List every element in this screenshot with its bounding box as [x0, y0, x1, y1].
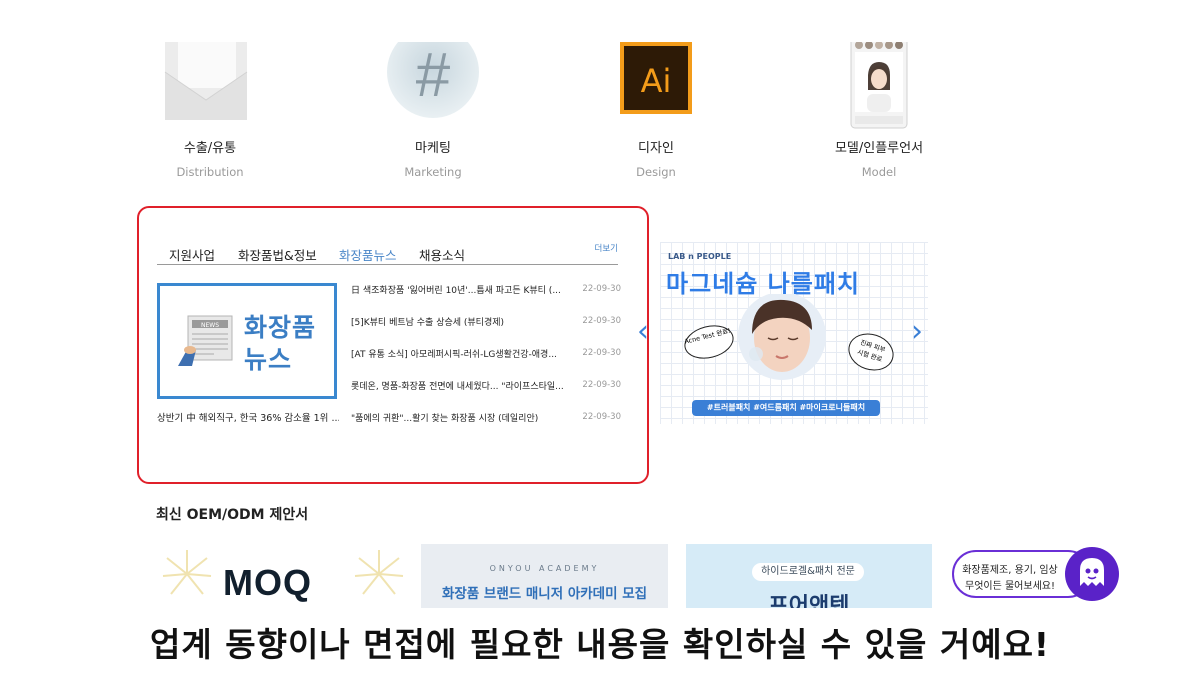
chatbot-ghost-icon[interactable] [1064, 546, 1120, 602]
category-label: 모델/인플루언서 [834, 141, 924, 156]
news-image-title-line1: 화장품 [244, 313, 317, 342]
illustrator-icon: Ai [576, 42, 736, 130]
news-caption[interactable]: 상반기 中 해외직구, 한국 36% 감소율 1위 ...... [157, 410, 339, 424]
news-item[interactable]: [5]K뷰티 베트남 수출 상승세 (뷰티경제) 22-09-30 [351, 315, 621, 331]
news-title[interactable]: [AT 유통 소식] 아모레퍼시픽-러쉬-LG생활건강-애경... [351, 347, 563, 360]
category-sublabel: Design [636, 165, 676, 179]
tab-cosmetics-law[interactable]: 화장품법&정보 [238, 245, 317, 264]
card-top-label: 하이드로겔&패치 전문 [752, 563, 864, 581]
news-date: 22-09-30 [582, 412, 621, 422]
tab-jobs[interactable]: 채용소식 [419, 245, 465, 264]
chat-line-2: 무엇이든 물어보세요! [965, 581, 1055, 592]
category-label: 마케팅 [415, 141, 451, 156]
category-label: 디자인 [638, 141, 674, 156]
banner-tags: #트러블패치 #여드름패치 #마이크로니들패치 [692, 400, 880, 416]
news-item[interactable]: "품에의 귀환"...활기 찾는 화장품 시장 (데일리안) 22-09-30 [351, 411, 621, 427]
proposal-card-hydrogel[interactable]: 하이드로겔&패치 전문 프어앤텐 [686, 544, 932, 608]
news-title[interactable]: "품에의 귀환"...활기 찾는 화장품 시장 (데일리안) [351, 411, 563, 424]
category-distribution[interactable]: 수출/유통 Distribution [130, 42, 290, 179]
news-date: 22-09-30 [582, 348, 621, 358]
news-item[interactable]: [AT 유통 소식] 아모레퍼시픽-러쉬-LG생활건강-애경... 22-09-… [351, 347, 621, 363]
ad-banner[interactable]: LAB n PEOPLE 마그네슘 나를패치 Acne Test 완료! 진짜 … [660, 242, 928, 424]
card-top-label: ONYOU ACADEMY [489, 564, 600, 573]
chevron-right-icon[interactable]: › [911, 314, 923, 349]
tab-support[interactable]: 지원사업 [169, 245, 215, 264]
newspaper-icon: NEWS [178, 315, 233, 366]
proposal-card-moq[interactable]: MOQ [157, 544, 407, 608]
envelope-icon [130, 42, 290, 130]
news-panel: 지원사업 화장품법&정보 화장품뉴스 채용소식 더보기 NEWS 화장품 뉴스 … [137, 206, 649, 484]
tab-cosmetics-news[interactable]: 화장품뉴스 [339, 245, 397, 264]
category-marketing[interactable]: # 마케팅 Marketing [353, 42, 513, 179]
news-date: 22-09-30 [582, 284, 621, 294]
news-title[interactable]: [5]K뷰티 베트남 수출 상승세 (뷰티경제) [351, 315, 563, 328]
category-sublabel: Marketing [404, 165, 462, 179]
hashtag-icon: # [353, 42, 513, 130]
video-subtitle: 업계 동향이나 면접에 필요한 내용을 확인하실 수 있을 거예요! [150, 625, 1050, 664]
news-item[interactable]: 日 색조화장품 '잃어버린 10년'...틈새 파고든 K뷰티 (... 22-… [351, 283, 621, 299]
news-item[interactable]: 롯데온, 명품-화장품 전면에 내세웠다... "라이프스타일... 22-09… [351, 379, 621, 395]
news-date: 22-09-30 [582, 380, 621, 390]
category-label: 수출/유통 [183, 141, 237, 156]
chat-line-1: 화장품제조, 용기, 임상 [962, 565, 1058, 576]
card-label: 화장품 브랜드 매니저 아카데미 모집 [441, 586, 648, 602]
news-badge: NEWS [201, 322, 219, 329]
news-image-title-line2: 뉴스 [244, 345, 293, 374]
category-sublabel: Model [861, 165, 897, 179]
page-content: 수출/유통 Distribution # 마케팅 Marketing Ai 디자… [65, 42, 1125, 608]
banner-brand: LAB n PEOPLE [668, 252, 732, 261]
illustrator-logo-text: Ai [641, 62, 672, 100]
section-title: 최신 OEM/ODM 제안서 [156, 507, 309, 523]
news-date: 22-09-30 [582, 316, 621, 326]
more-link[interactable]: 더보기 [595, 242, 618, 254]
news-thumbnail[interactable]: NEWS 화장품 뉴스 [157, 283, 337, 399]
svg-text:#: # [416, 42, 451, 110]
proposal-card-academy[interactable]: ONYOU ACADEMY 화장품 브랜드 매니저 아카데미 모집 [421, 544, 668, 608]
chat-widget[interactable]: 화장품제조, 용기, 임상 무엇이든 물어보세요! [952, 546, 1120, 602]
category-design[interactable]: Ai 디자인 Design [576, 42, 736, 179]
phone-profile-icon [799, 42, 959, 130]
card-label: MOQ [223, 562, 312, 603]
card-label: 프어앤텐 [768, 594, 850, 608]
news-tabs: 지원사업 화장품법&정보 화장품뉴스 채용소식 더보기 [157, 244, 618, 265]
news-title[interactable]: 日 색조화장품 '잃어버린 10년'...틈새 파고든 K뷰티 (... [351, 283, 563, 296]
news-title[interactable]: 롯데온, 명품-화장품 전면에 내세웠다... "라이프스타일... [351, 379, 563, 392]
chevron-left-icon[interactable]: ‹ [637, 314, 649, 349]
category-model[interactable]: 모델/인플루언서 Model [799, 42, 959, 179]
category-sublabel: Distribution [176, 165, 244, 179]
